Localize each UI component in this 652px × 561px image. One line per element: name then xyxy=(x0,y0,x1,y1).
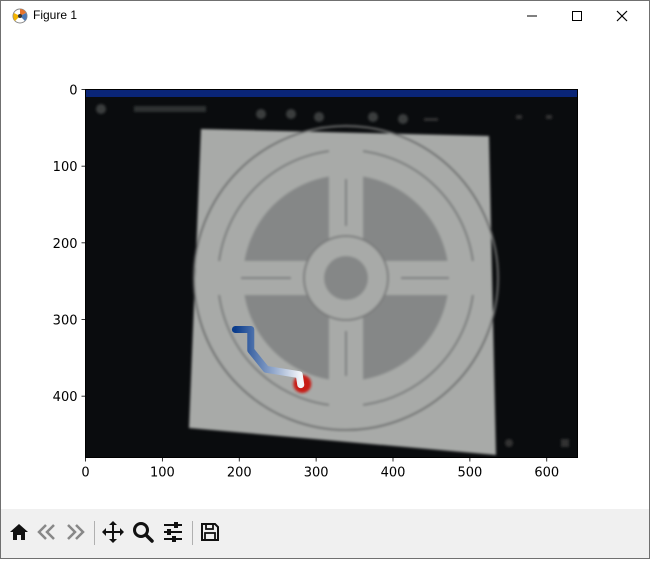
maximize-button[interactable] xyxy=(554,1,600,31)
forward-icon xyxy=(67,524,85,540)
toolbar-separator xyxy=(192,521,193,545)
configure-subplots-icon xyxy=(164,522,182,542)
figure-window: Figure 1 0 100 200 300 400 500 600 0 100… xyxy=(0,0,650,559)
y-tick-label: 300 xyxy=(53,314,78,329)
screen-top-strip xyxy=(85,89,578,97)
x-tick-label: 300 xyxy=(304,466,329,481)
pan-icon xyxy=(102,521,124,543)
figure-canvas[interactable]: 0 100 200 300 400 500 600 0 100 200 300 400 xyxy=(1,31,649,509)
calibration-board xyxy=(189,125,499,455)
x-tick-label: 0 xyxy=(81,466,89,481)
navigation-toolbar xyxy=(1,509,649,558)
x-tick-label: 400 xyxy=(381,466,406,481)
minimize-button[interactable] xyxy=(509,1,555,31)
configure-subplots-button[interactable] xyxy=(159,518,187,546)
maximize-icon xyxy=(572,11,582,21)
y-tick-label: 400 xyxy=(53,390,78,405)
minimize-icon xyxy=(527,15,537,17)
zoom-button[interactable] xyxy=(129,518,157,546)
window-title: Figure 1 xyxy=(33,8,78,22)
y-tick-label: 0 xyxy=(69,84,77,99)
y-tick-label: 100 xyxy=(53,160,78,175)
close-button[interactable] xyxy=(599,1,645,31)
y-tick-label: 200 xyxy=(53,237,78,252)
back-button[interactable] xyxy=(33,518,61,546)
plot-svg[interactable]: 0 100 200 300 400 500 600 0 100 200 300 400 xyxy=(1,31,651,509)
save-icon xyxy=(201,523,219,541)
x-tick-label: 500 xyxy=(457,466,482,481)
home-button[interactable] xyxy=(5,518,33,546)
x-axis: 0 100 200 300 400 500 600 xyxy=(81,457,559,481)
x-tick-label: 600 xyxy=(534,466,559,481)
toolbar-separator xyxy=(94,521,95,545)
save-button[interactable] xyxy=(196,518,224,546)
x-tick-label: 200 xyxy=(227,466,252,481)
matplotlib-app-icon xyxy=(11,7,29,25)
close-icon xyxy=(616,10,628,22)
zoom-icon xyxy=(133,522,154,543)
home-icon xyxy=(10,524,28,540)
y-axis: 0 100 200 300 400 xyxy=(53,84,86,405)
pan-button[interactable] xyxy=(99,518,127,546)
title-bar: Figure 1 xyxy=(1,1,649,31)
image-content xyxy=(85,89,578,458)
back-icon xyxy=(37,524,55,540)
x-tick-label: 100 xyxy=(150,466,175,481)
forward-button[interactable] xyxy=(61,518,89,546)
